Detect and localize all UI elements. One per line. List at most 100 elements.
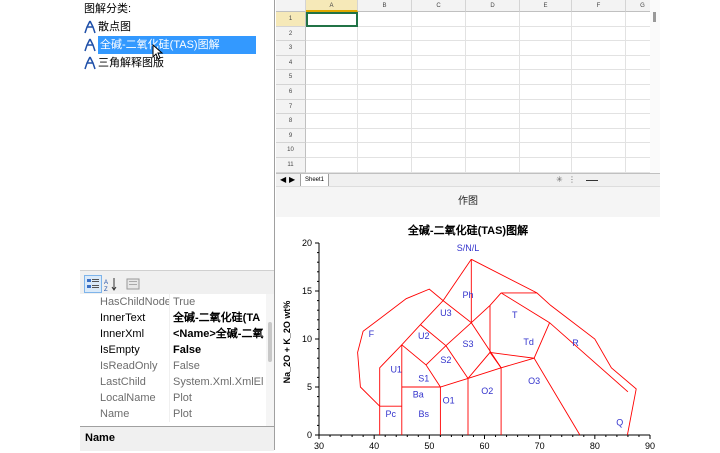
sheet-cell[interactable]	[466, 41, 520, 56]
sheet-cell[interactable]	[466, 114, 520, 129]
property-row[interactable]: LastChild System.Xml.XmlEl	[80, 374, 266, 390]
sheet-cell[interactable]	[358, 85, 412, 100]
sheet-cell[interactable]	[572, 70, 626, 85]
row-header[interactable]: 8	[276, 114, 306, 129]
property-scroll-thumb[interactable]	[268, 322, 272, 362]
sheet-cell[interactable]	[572, 41, 626, 56]
sheet-nav-right-icon[interactable]: ▶	[289, 174, 295, 186]
sheet-cell[interactable]	[358, 128, 412, 144]
sheet-cell[interactable]	[412, 158, 466, 173]
sheet-cell[interactable]	[466, 12, 520, 27]
sheet-cell[interactable]	[358, 41, 412, 56]
sheet-cell[interactable]	[572, 158, 626, 173]
sheet-cell[interactable]	[412, 114, 466, 129]
sheet-cell[interactable]	[520, 85, 572, 100]
sheet-cell[interactable]	[572, 26, 626, 42]
sheet-cell[interactable]	[572, 85, 626, 100]
sheet-cell[interactable]	[572, 99, 626, 115]
sheet-vertical-thumb[interactable]	[653, 12, 656, 22]
sheet-cell[interactable]	[306, 26, 358, 42]
property-row[interactable]: InnerXml <Name>全碱-二氧	[80, 326, 266, 342]
sheet-cell[interactable]	[306, 70, 358, 85]
sheet-cell[interactable]	[306, 114, 358, 129]
sheet-cell[interactable]	[520, 12, 572, 27]
sheet-cell[interactable]	[358, 158, 412, 173]
sheet-cell[interactable]	[412, 99, 466, 115]
sheet-cell[interactable]	[412, 55, 466, 71]
sheet-cell[interactable]	[520, 26, 572, 42]
alphabetical-button[interactable]: AZ	[102, 275, 120, 293]
sheet-cell[interactable]	[412, 12, 466, 27]
sheet-cell[interactable]	[306, 143, 358, 158]
column-header[interactable]: E	[520, 0, 572, 12]
sheet-cell[interactable]	[306, 99, 358, 115]
row-header[interactable]: 10	[276, 143, 306, 158]
sheet-cell[interactable]	[466, 55, 520, 71]
sheet-cell[interactable]	[358, 12, 412, 27]
categorized-button[interactable]	[84, 275, 102, 293]
sheet-cell[interactable]	[572, 114, 626, 129]
row-header[interactable]: 7	[276, 99, 306, 115]
property-row[interactable]: IsEmpty False	[80, 342, 266, 358]
sheet-cell[interactable]	[306, 41, 358, 56]
sheet-cell[interactable]	[412, 26, 466, 42]
sheet-cell[interactable]	[466, 128, 520, 144]
tree-item-scatter[interactable]: 散点图	[84, 18, 131, 36]
sheet-cell[interactable]	[306, 158, 358, 173]
column-header[interactable]: F	[572, 0, 626, 12]
row-header[interactable]: 4	[276, 55, 306, 71]
row-header[interactable]: 3	[276, 41, 306, 56]
row-header[interactable]: 2	[276, 26, 306, 42]
sheet-cell[interactable]	[520, 128, 572, 144]
sheet-cell[interactable]	[520, 41, 572, 56]
spreadsheet[interactable]: ABCDEFG 1 2 3 4 5 6 7 8 9 10 11 ◀ ▶ Sheet1 ✳ ⋮	[276, 0, 660, 187]
sheet-vertical-scrollbar[interactable]	[650, 0, 660, 173]
sheet-cell[interactable]	[358, 99, 412, 115]
sheet-cell[interactable]	[572, 128, 626, 144]
sheet-cell[interactable]	[412, 143, 466, 158]
column-header[interactable]: C	[412, 0, 466, 12]
column-header[interactable]: B	[358, 0, 412, 12]
sheet-cell[interactable]	[466, 70, 520, 85]
sheet-cell[interactable]	[466, 143, 520, 158]
sheet-cell[interactable]	[358, 26, 412, 42]
sheet-cell[interactable]	[412, 128, 466, 144]
sheet-menu-icon[interactable]: ⋮	[568, 174, 576, 186]
corner-cell[interactable]	[276, 0, 306, 12]
property-row[interactable]: InnerText 全碱-二氧化硅(TA	[80, 310, 266, 326]
sheet-nav-left-icon[interactable]: ◀	[280, 174, 286, 186]
plot-button[interactable]: 作图	[436, 193, 500, 211]
active-cell[interactable]	[306, 12, 358, 27]
row-header[interactable]: 5	[276, 70, 306, 85]
sheet-cell[interactable]	[358, 55, 412, 71]
sheet-cell[interactable]	[520, 143, 572, 158]
property-pages-button[interactable]	[124, 275, 142, 293]
row-header[interactable]: 9	[276, 128, 306, 144]
sheet-cell[interactable]	[358, 143, 412, 158]
sheet-cell[interactable]	[466, 158, 520, 173]
sheet-cell[interactable]	[520, 55, 572, 71]
sheet-cell[interactable]	[412, 70, 466, 85]
sheet-cell[interactable]	[520, 158, 572, 173]
sheet-cell[interactable]	[572, 143, 626, 158]
sheet-cell[interactable]	[466, 26, 520, 42]
property-row[interactable]: IsReadOnly False	[80, 358, 266, 374]
sheet-cell[interactable]	[306, 128, 358, 144]
row-header[interactable]: 1	[276, 12, 306, 27]
sheet-cell[interactable]	[466, 99, 520, 115]
sheet-cell[interactable]	[520, 99, 572, 115]
sheet-cell[interactable]	[306, 55, 358, 71]
sheet-cell[interactable]	[358, 114, 412, 129]
column-header[interactable]: A	[306, 0, 358, 12]
sheet-cell[interactable]	[306, 85, 358, 100]
sheet-cell[interactable]	[572, 12, 626, 27]
tree-item-tas[interactable]: 全碱-二氧化硅(TAS)图解	[84, 36, 256, 54]
sheet-cell[interactable]	[466, 85, 520, 100]
column-header[interactable]: D	[466, 0, 520, 12]
sheet-add-icon[interactable]: ✳	[556, 174, 563, 186]
sheet-cell[interactable]	[412, 41, 466, 56]
sheet-cell[interactable]	[572, 55, 626, 71]
sheet-cell[interactable]	[358, 70, 412, 85]
sheet-cell[interactable]	[520, 114, 572, 129]
row-header[interactable]: 6	[276, 85, 306, 100]
